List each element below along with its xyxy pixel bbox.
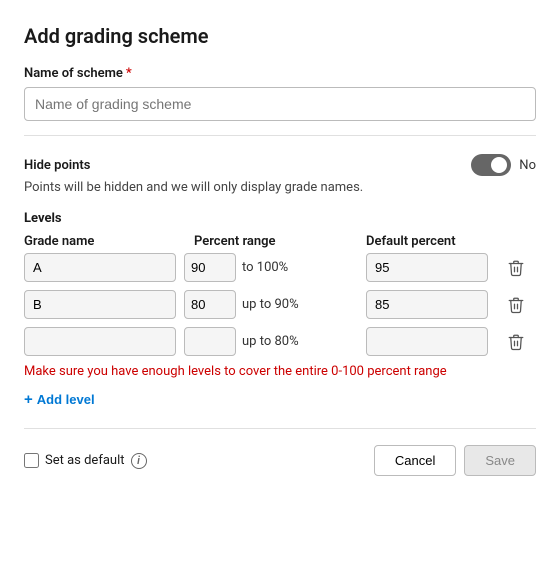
grade-name-cell-2 bbox=[24, 290, 184, 319]
hide-points-hint: Points will be hidden and we will only d… bbox=[24, 180, 536, 195]
default-percent-input-3[interactable] bbox=[366, 327, 488, 356]
col-percent-range: Percent range bbox=[184, 234, 366, 249]
percent-to-label-1: to 100% bbox=[242, 260, 288, 275]
add-icon: + bbox=[24, 391, 33, 408]
percent-range-cell-1: to 100% bbox=[184, 253, 366, 282]
delete-row-3-button[interactable] bbox=[496, 331, 536, 353]
levels-section: Levels Grade name Percent range Default … bbox=[24, 211, 536, 408]
grade-name-cell-1 bbox=[24, 253, 184, 282]
hide-points-label: Hide points bbox=[24, 158, 91, 173]
name-field-label: Name of scheme* bbox=[24, 66, 536, 81]
percent-range-cell-3: up to 80% bbox=[184, 327, 366, 356]
toggle-state-label: No bbox=[519, 158, 536, 173]
levels-header: Grade name Percent range Default percent bbox=[24, 234, 536, 253]
table-row: to 100% bbox=[24, 253, 536, 282]
percent-from-input-2[interactable] bbox=[184, 290, 236, 319]
grade-name-input-2[interactable] bbox=[24, 290, 176, 319]
percent-to-label-3: up to 80% bbox=[242, 334, 299, 349]
cancel-button[interactable]: Cancel bbox=[374, 445, 456, 476]
divider-1 bbox=[24, 135, 536, 136]
set-default-info-icon[interactable]: i bbox=[131, 453, 147, 469]
percent-from-input-1[interactable] bbox=[184, 253, 236, 282]
delete-row-2-button[interactable] bbox=[496, 294, 536, 316]
percent-from-input-3[interactable] bbox=[184, 327, 236, 356]
set-default-label[interactable]: Set as default bbox=[45, 453, 125, 468]
hide-points-row: Hide points No bbox=[24, 154, 536, 176]
default-percent-cell-2 bbox=[366, 290, 496, 319]
hide-points-toggle[interactable] bbox=[471, 154, 511, 176]
scheme-name-input[interactable] bbox=[24, 87, 536, 121]
toggle-thumb bbox=[491, 157, 507, 173]
footer-buttons: Cancel Save bbox=[374, 445, 536, 476]
page-title: Add grading scheme bbox=[24, 24, 536, 48]
grade-name-input-1[interactable] bbox=[24, 253, 176, 282]
levels-section-label: Levels bbox=[24, 211, 536, 226]
default-percent-input-2[interactable] bbox=[366, 290, 488, 319]
toggle-group: No bbox=[471, 154, 536, 176]
default-percent-input-1[interactable] bbox=[366, 253, 488, 282]
table-row: up to 90% bbox=[24, 290, 536, 319]
name-field-group: Name of scheme* bbox=[24, 66, 536, 121]
default-percent-cell-1 bbox=[366, 253, 496, 282]
footer: Set as default i Cancel Save bbox=[24, 428, 536, 476]
grade-name-input-3[interactable] bbox=[24, 327, 176, 356]
add-level-button[interactable]: + Add level bbox=[24, 391, 95, 408]
percent-range-cell-2: up to 90% bbox=[184, 290, 366, 319]
required-indicator: * bbox=[126, 66, 132, 81]
save-button[interactable]: Save bbox=[464, 445, 536, 476]
col-default-percent: Default percent bbox=[366, 234, 496, 249]
toggle-track bbox=[471, 154, 511, 176]
grade-name-cell-3 bbox=[24, 327, 184, 356]
add-level-label: Add level bbox=[37, 392, 95, 407]
set-default-checkbox[interactable] bbox=[24, 453, 39, 468]
table-row: up to 80% bbox=[24, 327, 536, 356]
set-default-group: Set as default i bbox=[24, 453, 147, 469]
percent-to-label-2: up to 90% bbox=[242, 297, 299, 312]
default-percent-cell-3 bbox=[366, 327, 496, 356]
col-grade-name: Grade name bbox=[24, 234, 184, 249]
error-message: Make sure you have enough levels to cove… bbox=[24, 364, 536, 379]
delete-row-1-button[interactable] bbox=[496, 257, 536, 279]
